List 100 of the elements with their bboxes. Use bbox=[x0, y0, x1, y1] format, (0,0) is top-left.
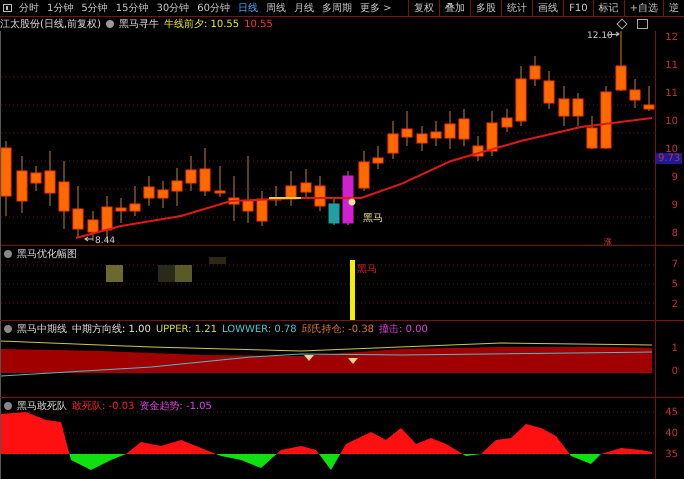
candlestick bbox=[186, 156, 196, 192]
axis-label: 11 bbox=[665, 60, 678, 71]
candlestick bbox=[172, 168, 182, 206]
low-price-annotation: 8.44 bbox=[84, 236, 116, 245]
candlestick bbox=[286, 170, 296, 206]
signal-label: 黑马 bbox=[363, 213, 383, 224]
axis-label: 7 bbox=[672, 259, 678, 270]
period-tab[interactable]: 1分钟 bbox=[43, 1, 78, 15]
candlestick bbox=[402, 110, 412, 146]
axis-label: 2 bbox=[672, 299, 678, 310]
toolbar-button[interactable]: +自选 bbox=[624, 0, 663, 16]
axis-label: 45 bbox=[665, 407, 678, 418]
indicator-name[interactable]: 黑马中期线 bbox=[17, 322, 67, 336]
indicator-name[interactable]: 黑马优化幅图 bbox=[17, 247, 77, 261]
indicator-value: UPPER: 1.21 bbox=[156, 324, 217, 334]
candlestick bbox=[242, 156, 254, 224]
period-tab[interactable]: 周线 bbox=[262, 1, 290, 15]
candlestick bbox=[214, 166, 226, 198]
candlestick bbox=[458, 108, 470, 146]
high-price-annotation: 12.10 bbox=[587, 31, 620, 41]
toolbar-button[interactable]: 复权 bbox=[408, 0, 440, 16]
candlestick bbox=[130, 186, 140, 216]
period-tab[interactable]: 15分钟 bbox=[112, 1, 152, 15]
toolbar-button[interactable]: 画线 bbox=[532, 0, 564, 16]
signal-bar bbox=[350, 260, 355, 320]
candlestick bbox=[600, 86, 612, 150]
candlestick bbox=[630, 78, 640, 108]
period-tab[interactable]: 分时 bbox=[15, 1, 43, 15]
collapse-icon[interactable] bbox=[4, 402, 12, 410]
indicator-value: 撞击: 0.00 bbox=[379, 322, 428, 336]
panel-toggle-icon[interactable] bbox=[3, 4, 12, 12]
candlestick bbox=[472, 136, 484, 162]
candlestick bbox=[314, 176, 326, 212]
indicator-value: 邱氏持仓: -0.38 bbox=[302, 322, 374, 336]
axis-label: 40 bbox=[665, 428, 678, 439]
candlestick bbox=[144, 176, 154, 206]
indicator-value: LOWWER: 0.78 bbox=[222, 324, 297, 334]
candlestick bbox=[200, 148, 210, 196]
window-icon[interactable] bbox=[637, 19, 648, 29]
toolbar-button[interactable]: 标记 bbox=[592, 0, 624, 16]
candlestick bbox=[58, 160, 70, 230]
collapse-icon[interactable] bbox=[4, 250, 12, 258]
axis-label: 8 bbox=[672, 228, 678, 239]
candlestick bbox=[300, 168, 312, 200]
toolbar-button[interactable]: 叠加 bbox=[439, 0, 470, 16]
candlestick bbox=[16, 156, 28, 214]
candlestick bbox=[256, 190, 268, 226]
axis-label: 9 bbox=[672, 200, 678, 211]
candlestick bbox=[158, 180, 168, 208]
indicator-name[interactable]: 黑马敢死队 bbox=[17, 399, 67, 413]
signal-line bbox=[269, 197, 301, 199]
candlestick bbox=[616, 31, 626, 92]
axis-label: 11 bbox=[665, 88, 678, 99]
period-tab[interactable]: 日线 bbox=[234, 1, 262, 15]
axis-label: 9 bbox=[672, 172, 678, 183]
toolbar-button[interactable]: 逆 bbox=[663, 0, 684, 16]
indicator-value: 10.55 bbox=[244, 18, 273, 30]
signal-icon bbox=[348, 198, 356, 206]
candlestick bbox=[328, 198, 340, 226]
price-tag: 9.73 bbox=[656, 153, 682, 164]
candlestick bbox=[516, 66, 526, 126]
candlestick bbox=[44, 150, 56, 206]
indicator-value: 牛线前夕: 10.55 bbox=[164, 18, 240, 31]
collapse-icon[interactable] bbox=[4, 325, 12, 333]
candlestick bbox=[544, 70, 554, 110]
indicator-name[interactable]: 黑马寻牛 bbox=[118, 17, 159, 31]
candlestick bbox=[388, 120, 398, 160]
period-tab[interactable]: 更多 > bbox=[356, 1, 396, 15]
candlestick bbox=[444, 110, 456, 150]
signal-label: 黑马 bbox=[357, 264, 377, 275]
toolbar-button[interactable]: 多股 bbox=[470, 0, 502, 16]
candlestick bbox=[270, 186, 282, 206]
axis-label: 5 bbox=[672, 279, 678, 290]
axis-label: 10 bbox=[665, 144, 678, 155]
candlestick bbox=[358, 150, 370, 192]
period-tab[interactable]: 多周期 bbox=[318, 1, 356, 15]
candlestick bbox=[530, 56, 540, 86]
candlestick bbox=[72, 186, 84, 238]
axis-label: 12 bbox=[665, 32, 678, 43]
candlestick bbox=[644, 86, 654, 112]
collapse-icon[interactable] bbox=[106, 20, 114, 28]
stock-title: 江太股份(日线,前复权) bbox=[0, 18, 101, 31]
candlestick bbox=[586, 116, 598, 150]
candlestick bbox=[342, 170, 354, 226]
candlestick bbox=[430, 120, 442, 146]
candlestick bbox=[416, 126, 428, 152]
period-tab[interactable]: 30分钟 bbox=[152, 1, 194, 15]
period-tab[interactable]: 5分钟 bbox=[77, 1, 112, 15]
candlestick bbox=[486, 110, 498, 156]
candlestick bbox=[558, 86, 570, 126]
period-tab[interactable]: 月线 bbox=[290, 1, 318, 15]
rise-label: 涨 bbox=[604, 237, 612, 245]
toolbar-button[interactable]: F10 bbox=[563, 0, 593, 16]
candlestick bbox=[228, 176, 240, 222]
axis-label: 35 bbox=[665, 449, 678, 460]
candlestick bbox=[116, 198, 126, 224]
candlestick bbox=[502, 108, 512, 132]
candlestick bbox=[572, 92, 584, 126]
toolbar-button[interactable]: 统计 bbox=[501, 0, 532, 16]
period-tab[interactable]: 60分钟 bbox=[193, 1, 234, 15]
